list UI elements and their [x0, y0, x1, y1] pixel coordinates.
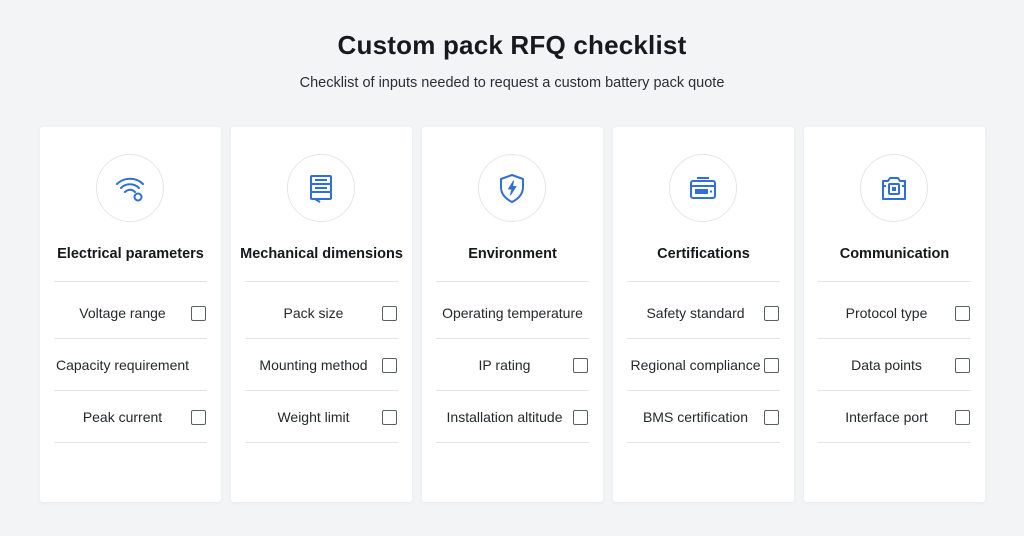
checklist-item-label: Regional compliance: [630, 357, 761, 373]
interface-port-icon: [860, 154, 928, 222]
checklist-item-label: Installation altitude: [446, 409, 563, 425]
checklist-item-label: Voltage range: [79, 305, 166, 321]
card-title: Communication: [839, 245, 950, 262]
divider: [818, 442, 971, 443]
divider: [627, 442, 780, 443]
checkbox[interactable]: [382, 409, 397, 425]
shield-bolt-icon: [478, 154, 546, 222]
card-title: Mechanical dimensions: [240, 245, 403, 262]
checkbox[interactable]: [764, 305, 779, 321]
checkbox[interactable]: [955, 409, 970, 425]
checklist-item-label: IP rating: [478, 357, 531, 373]
checkbox[interactable]: [382, 357, 397, 373]
checkbox[interactable]: [573, 409, 588, 425]
checkbox[interactable]: [382, 305, 397, 321]
checklist-item[interactable]: Protocol type: [818, 287, 971, 339]
card-title: Electrical parameters: [57, 245, 204, 262]
checklist-item[interactable]: Safety standard: [627, 287, 780, 339]
checkbox[interactable]: [955, 305, 970, 321]
card-mechanical-dimensions: Mechanical dimensions Pack size Mounting…: [231, 127, 412, 502]
divider: [245, 442, 398, 443]
checklist-item-label: BMS certification: [642, 409, 749, 425]
checklist-item-label: Capacity requirement: [55, 357, 190, 373]
checkbox[interactable]: [191, 409, 206, 425]
checklist-item-label: Weight limit: [277, 409, 350, 425]
checklist-item-label: Safety standard: [646, 305, 745, 321]
checklist-item[interactable]: IP rating: [436, 339, 589, 391]
checklist-item[interactable]: Regional compliance: [627, 339, 780, 391]
divider: [436, 442, 589, 443]
checklist-item-label: Protocol type: [845, 305, 928, 321]
checklist-item[interactable]: Interface port: [818, 391, 971, 443]
checklist-cards: Electrical parameters Voltage range Capa…: [40, 127, 985, 502]
card-electrical-parameters: Electrical parameters Voltage range Capa…: [40, 127, 221, 502]
divider: [436, 281, 589, 282]
checklist-item[interactable]: Pack size: [245, 287, 398, 339]
checkbox[interactable]: [573, 357, 588, 373]
checklist-item[interactable]: Peak current: [54, 391, 207, 443]
page-title: Custom pack RFQ checklist: [337, 30, 687, 60]
divider: [54, 281, 207, 282]
card-certifications: Certifications Safety standard Regional …: [613, 127, 794, 502]
battery-certificate-icon: [669, 154, 737, 222]
checklist-item[interactable]: BMS certification: [627, 391, 780, 443]
checklist-item[interactable]: Mounting method: [245, 339, 398, 391]
page-subtitle: Checklist of inputs needed to request a …: [299, 75, 725, 91]
checkbox[interactable]: [191, 305, 206, 321]
checkbox[interactable]: [764, 409, 779, 425]
divider: [245, 281, 398, 282]
wifi-signal-icon: [96, 154, 164, 222]
card-title: Environment: [468, 245, 557, 262]
checklist-item-label: Interface port: [845, 409, 928, 425]
checklist-item[interactable]: Weight limit: [245, 391, 398, 443]
checklist-item[interactable]: Data points: [818, 339, 971, 391]
document-stack-icon: [287, 154, 355, 222]
checkbox[interactable]: [955, 357, 970, 373]
checklist-item-label: Operating temperature: [442, 305, 583, 321]
card-title: Certifications: [657, 245, 750, 262]
checklist-item[interactable]: Voltage range: [54, 287, 207, 339]
checklist-item-label: Pack size: [283, 305, 344, 321]
checklist-item[interactable]: Capacity requirement: [54, 339, 207, 391]
divider: [627, 281, 780, 282]
card-communication: Communication Protocol type Data points …: [804, 127, 985, 502]
divider: [818, 281, 971, 282]
checkbox[interactable]: [764, 357, 779, 373]
checklist-item-label: Peak current: [82, 409, 163, 425]
card-environment: Environment Operating temperature IP rat…: [422, 127, 603, 502]
checklist-item-label: Data points: [851, 357, 922, 373]
divider: [54, 442, 207, 443]
checklist-item-label: Mounting method: [259, 357, 368, 373]
checklist-item[interactable]: Installation altitude: [436, 391, 589, 443]
checklist-item[interactable]: Operating temperature: [436, 287, 589, 339]
